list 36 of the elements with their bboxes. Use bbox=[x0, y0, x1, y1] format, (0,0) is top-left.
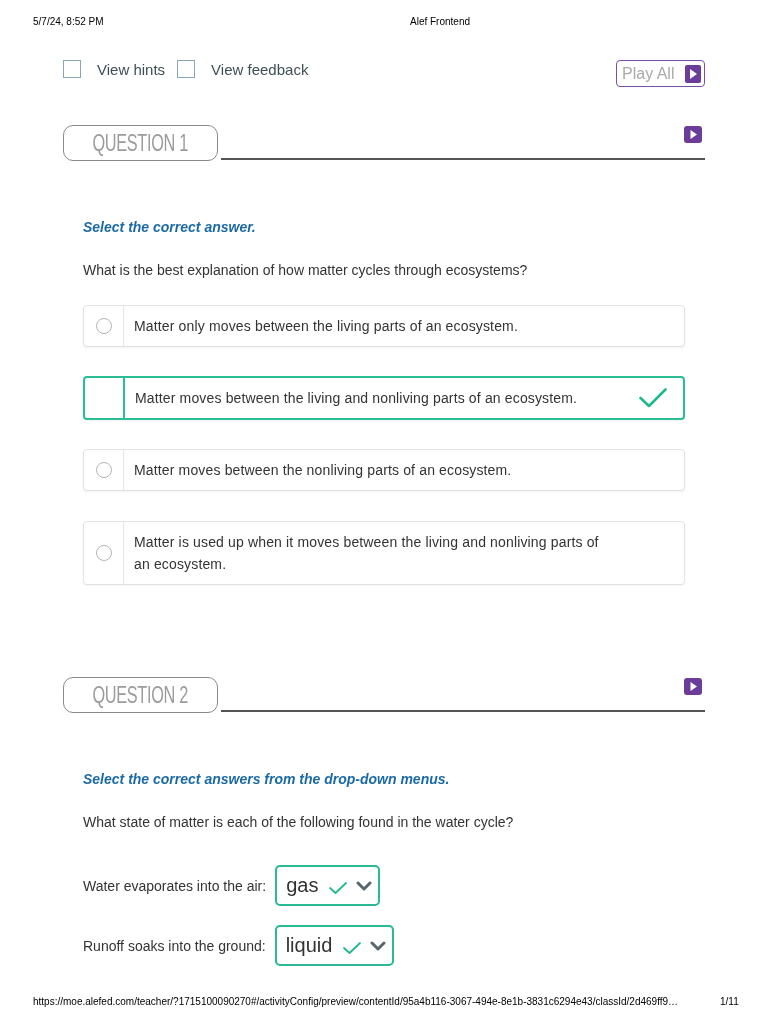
play-icon[interactable] bbox=[684, 678, 702, 695]
print-date: 5/7/24, 8:52 PM bbox=[33, 16, 105, 28]
option-text: Matter is used up when it moves between the living and nonliving parts of an ecosystem. bbox=[134, 533, 600, 574]
play-icon bbox=[685, 64, 701, 83]
checkbox-label[interactable]: View feedback bbox=[211, 60, 309, 80]
option-text: Matter only moves between the living parts of an ecosystem. bbox=[134, 317, 518, 336]
check-icon bbox=[343, 941, 362, 954]
print-url: https://moe.alefed.com/teacher/?1715100090270#/activityConfig/preview/contentId/95a4b116-3067-494e-8e1b-3831c6294e43/classId/2d469ff9… bbox=[33, 996, 680, 1008]
dropdown[interactable]: liquid bbox=[274, 925, 395, 966]
instruction-text: Select the correct answer. bbox=[83, 218, 257, 237]
instruction-text: Select the correct answers from the drop-down menus. bbox=[83, 770, 451, 789]
checkbox[interactable] bbox=[63, 60, 81, 78]
option-text: Matter moves between the living and nonliving parts of an ecosystem. bbox=[135, 389, 578, 408]
question-text: What state of matter is each of the following found in the water cycle? bbox=[83, 813, 515, 832]
question-heading: QUESTION 2 bbox=[63, 677, 218, 713]
answer-option[interactable]: Matter only moves between the living parts of an ecosystem. bbox=[83, 305, 685, 347]
question-text: What is the best explanation of how matter cycles through ecosystems? bbox=[83, 261, 529, 280]
answer-option[interactable]: Matter moves between the nonliving parts of an ecosystem. bbox=[83, 449, 685, 491]
answer-option[interactable]: Matter is used up when it moves between the living and nonliving parts of an ecosystem. bbox=[83, 521, 685, 585]
dropdown-label: Water evaporates into the air: bbox=[83, 876, 267, 896]
radio-button[interactable] bbox=[95, 318, 112, 334]
dropdown-label: Runoff soaks into the ground: bbox=[83, 936, 266, 956]
chevron-icon bbox=[356, 880, 373, 891]
checkbox-label[interactable]: View hints bbox=[97, 60, 166, 80]
chevron-icon bbox=[370, 940, 387, 951]
radio-button[interactable] bbox=[95, 462, 112, 478]
dropdown[interactable]: gas bbox=[275, 865, 381, 906]
check-icon bbox=[329, 881, 348, 894]
print-title: Alef Frontend bbox=[410, 16, 471, 28]
play-icon[interactable] bbox=[684, 126, 702, 143]
option-text: Matter moves between the nonliving parts of an ecosystem. bbox=[134, 461, 512, 480]
question-heading: QUESTION 1 bbox=[63, 125, 218, 161]
answer-option[interactable]: Matter moves between the living and nonliving parts of an ecosystem. bbox=[83, 376, 685, 420]
page-number: 1/11 bbox=[720, 996, 739, 1008]
checkbox[interactable] bbox=[177, 60, 196, 78]
radio-button[interactable] bbox=[95, 545, 112, 561]
